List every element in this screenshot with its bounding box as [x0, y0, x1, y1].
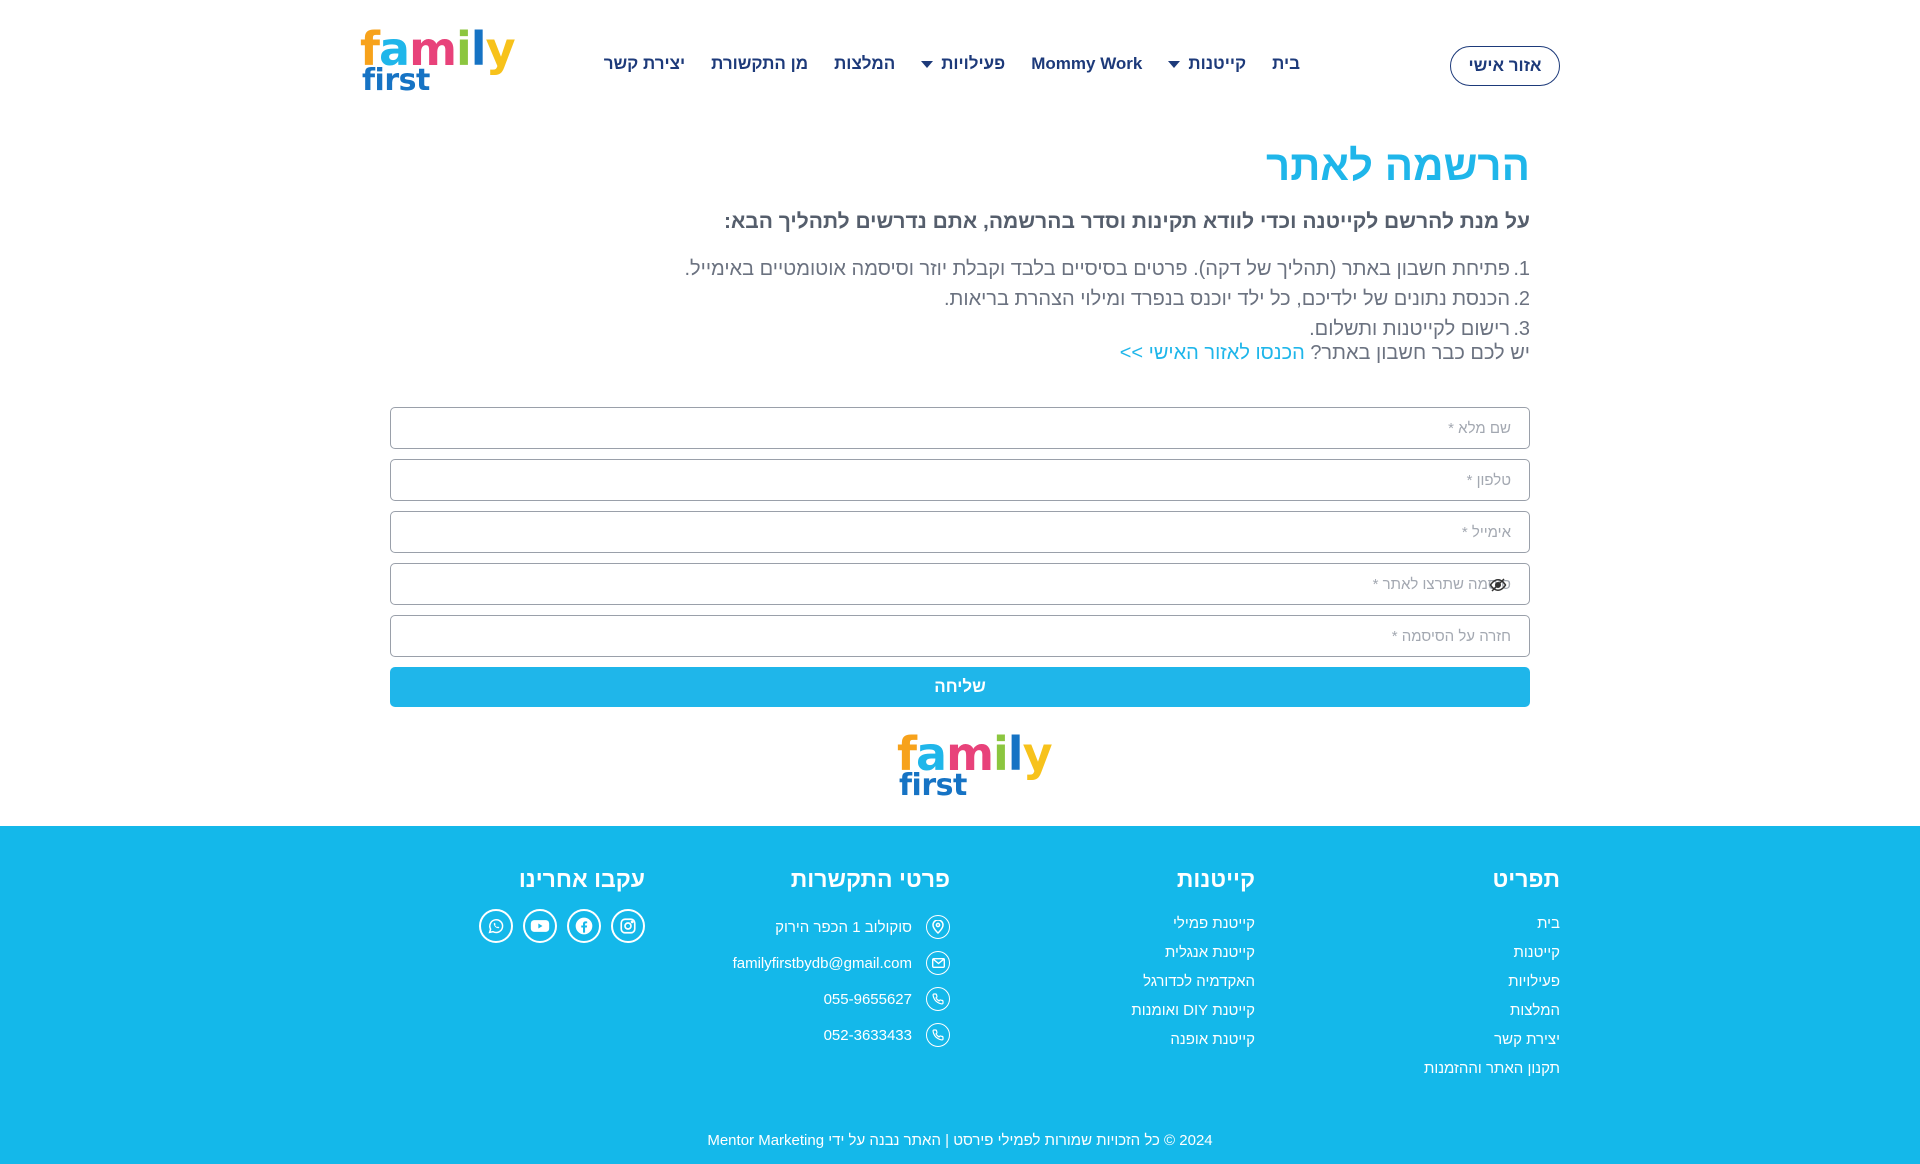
footer-follow-column: עקבו אחרינו — [479, 866, 645, 943]
personal-area-button[interactable]: אזור אישי — [1450, 46, 1560, 86]
footer-link-fashion-camp[interactable]: קייטנת אופנה — [1131, 1025, 1255, 1054]
footer-link-camps[interactable]: קייטנות — [1424, 938, 1560, 967]
nav-item-press[interactable]: מן התקשורת — [711, 54, 808, 74]
footer-link-english-camp[interactable]: קייטנת אנגלית — [1131, 938, 1255, 967]
footer-camps-title: קייטנות — [1176, 866, 1255, 892]
caret-down-icon — [921, 60, 934, 68]
registration-form: שליחה — [390, 407, 1530, 707]
footer-link-diy-camp[interactable]: קייטנת DIY ואומנות — [1131, 996, 1255, 1025]
existing-account-question: יש לכם כבר חשבון באתר? — [1310, 342, 1530, 364]
intro-text: על מנת להרשם לקייטנה וכדי לוודא תקינות ו… — [723, 210, 1530, 233]
main-nav: בית קייטנות Mommy Work פעילויות המלצות מ… — [604, 54, 1300, 74]
footer-camps-column: קייטנות קייטנת פמילי קייטנת אנגלית האקדמ… — [1131, 866, 1255, 1054]
youtube-icon[interactable] — [523, 909, 557, 943]
nav-item-activities[interactable]: פעילויות — [921, 54, 1005, 74]
envelope-icon — [926, 951, 950, 975]
password-repeat-field-wrapper — [390, 615, 1530, 657]
nav-item-camps[interactable]: קייטנות — [1168, 54, 1246, 74]
contact-email[interactable]: familyfirstbydb@gmail.com — [733, 945, 950, 981]
site-footer: תפריט בית קייטנות פעילויות המלצות יצירת … — [0, 826, 1920, 1164]
list-item: 3. רישום לקייטנות ותשלום. — [1309, 318, 1530, 340]
instagram-icon[interactable] — [611, 909, 645, 943]
list-item: 1. פתיחת חשבון באתר (תהליך של דקה). פרטים… — [684, 258, 1530, 280]
footer-link-activities[interactable]: פעילויות — [1424, 967, 1560, 996]
facebook-icon[interactable] — [567, 909, 601, 943]
footer-menu-column: תפריט בית קייטנות פעילויות המלצות יצירת … — [1424, 866, 1560, 1083]
logo-wordmark-bottom: first — [362, 63, 430, 98]
footer-follow-title: עקבו אחרינו — [518, 866, 645, 892]
password-field-wrapper — [390, 563, 1530, 605]
page-title: הרשמה לאתר — [1266, 142, 1530, 189]
existing-account-line: יש לכם כבר חשבון באתר? הכנסו לאזור האישי… — [1120, 342, 1530, 365]
phone-icon — [926, 1023, 950, 1047]
footer-link-home[interactable]: בית — [1424, 909, 1560, 938]
full-name-input[interactable] — [391, 408, 1529, 448]
nav-item-contact[interactable]: יצירת קשר — [604, 54, 685, 74]
phone-input[interactable] — [391, 460, 1529, 500]
submit-button[interactable]: שליחה — [390, 667, 1530, 707]
footer-link-contact[interactable]: יצירת קשר — [1424, 1025, 1560, 1054]
list-item: 2. הכנסת נתונים של ילדיכם, כל ילד יוכנס ב… — [944, 288, 1530, 310]
phone-field-wrapper — [390, 459, 1530, 501]
footer-link-terms[interactable]: תקנון האתר וההזמנות — [1424, 1054, 1560, 1083]
full-name-field-wrapper — [390, 407, 1530, 449]
site-header: family first בית קייטנות Mommy Work פעיל… — [0, 0, 1920, 132]
location-pin-icon — [926, 915, 950, 939]
footer-contact-title: פרטי התקשרות — [790, 866, 950, 892]
personal-area-link[interactable]: הכנסו לאזור האישי >> — [1120, 342, 1305, 364]
contact-address[interactable]: סוקולוב 1 הכפר הירוק — [733, 909, 950, 945]
password-repeat-input[interactable] — [391, 616, 1529, 656]
nav-item-mommy-work[interactable]: Mommy Work — [1031, 54, 1142, 74]
whatsapp-icon[interactable] — [479, 909, 513, 943]
footer-link-football-academy[interactable]: האקדמיה לכדורגל — [1131, 967, 1255, 996]
footer-link-family-camp[interactable]: קייטנת פמילי — [1131, 909, 1255, 938]
footer-link-recommendations[interactable]: המלצות — [1424, 996, 1560, 1025]
footer-menu-title: תפריט — [1492, 866, 1560, 892]
family-first-logo-center: family first — [897, 731, 1053, 803]
family-first-logo[interactable]: family first — [360, 26, 516, 98]
password-input[interactable] — [391, 564, 1529, 604]
email-field-wrapper — [390, 511, 1530, 553]
steps-list: 1. פתיחת חשבון באתר (תהליך של דקה). פרטים… — [684, 254, 1530, 344]
nav-item-home[interactable]: בית — [1272, 54, 1300, 74]
copyright-text: 2024 © כל הזכויות שמורות לפמילי פירסט | … — [707, 1132, 1213, 1149]
social-links — [479, 909, 645, 943]
caret-down-icon — [1168, 60, 1181, 68]
eye-slash-icon[interactable] — [1489, 576, 1507, 594]
logo-wordmark-bottom: first — [899, 768, 967, 803]
contact-phone-1[interactable]: 055-9655627 — [733, 981, 950, 1017]
nav-item-recommendations[interactable]: המלצות — [834, 54, 895, 74]
contact-phone-2[interactable]: 052-3633433 — [733, 1017, 950, 1053]
footer-contact-column: פרטי התקשרות סוקולוב 1 הכפר הירוק family… — [733, 866, 950, 1053]
phone-icon — [926, 987, 950, 1011]
email-input[interactable] — [391, 512, 1529, 552]
